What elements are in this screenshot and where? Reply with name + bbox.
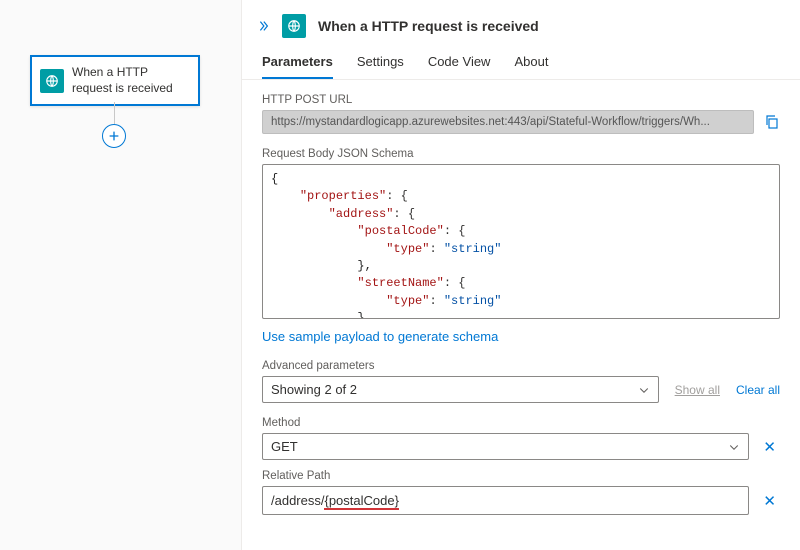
chevron-down-icon: [728, 441, 740, 453]
parameters-body: HTTP POST URL https://mystandardlogicapp…: [242, 80, 800, 550]
copy-url-button[interactable]: [764, 114, 780, 130]
relative-path-input[interactable]: /address/{postalCode}: [262, 486, 749, 515]
trigger-node-label: When a HTTP request is received: [72, 65, 190, 96]
advanced-params-label: Advanced parameters: [262, 360, 780, 372]
schema-editor[interactable]: { "properties": { "address": { "postalCo…: [262, 164, 780, 319]
method-value: GET: [271, 439, 298, 454]
tab-parameters[interactable]: Parameters: [262, 54, 333, 79]
advanced-params-select[interactable]: Showing 2 of 2: [262, 376, 659, 403]
connector-line: [114, 102, 115, 124]
tab-about[interactable]: About: [514, 54, 548, 79]
use-sample-payload-link[interactable]: Use sample payload to generate schema: [262, 329, 498, 344]
method-label: Method: [262, 417, 780, 429]
http-post-url-label: HTTP POST URL: [262, 94, 780, 106]
remove-method-button[interactable]: ✕: [759, 438, 780, 456]
clear-all-link[interactable]: Clear all: [736, 383, 780, 397]
http-trigger-icon: [40, 69, 64, 93]
relative-path-label: Relative Path: [262, 470, 780, 482]
http-post-url-field[interactable]: https://mystandardlogicapp.azurewebsites…: [262, 110, 754, 134]
workflow-canvas: When a HTTP request is received: [0, 0, 241, 550]
tab-code-view[interactable]: Code View: [428, 54, 491, 79]
remove-relative-path-button[interactable]: ✕: [759, 492, 780, 510]
details-panel: When a HTTP request is received Paramete…: [241, 0, 800, 550]
add-step-button[interactable]: [102, 124, 126, 148]
tab-settings[interactable]: Settings: [357, 54, 404, 79]
collapse-icon[interactable]: [256, 19, 270, 33]
advanced-params-value: Showing 2 of 2: [271, 382, 357, 397]
method-select[interactable]: GET: [262, 433, 749, 460]
panel-header: When a HTTP request is received: [242, 0, 800, 48]
panel-title: When a HTTP request is received: [318, 18, 539, 34]
relative-path-token: {postalCode}: [324, 493, 398, 510]
panel-tabs: Parameters Settings Code View About: [242, 48, 800, 80]
chevron-down-icon: [638, 384, 650, 396]
trigger-node[interactable]: When a HTTP request is received: [30, 55, 200, 106]
relative-path-prefix: /address/: [271, 493, 324, 508]
http-trigger-icon: [282, 14, 306, 38]
show-all-link[interactable]: Show all: [675, 383, 720, 397]
schema-label: Request Body JSON Schema: [262, 148, 780, 160]
